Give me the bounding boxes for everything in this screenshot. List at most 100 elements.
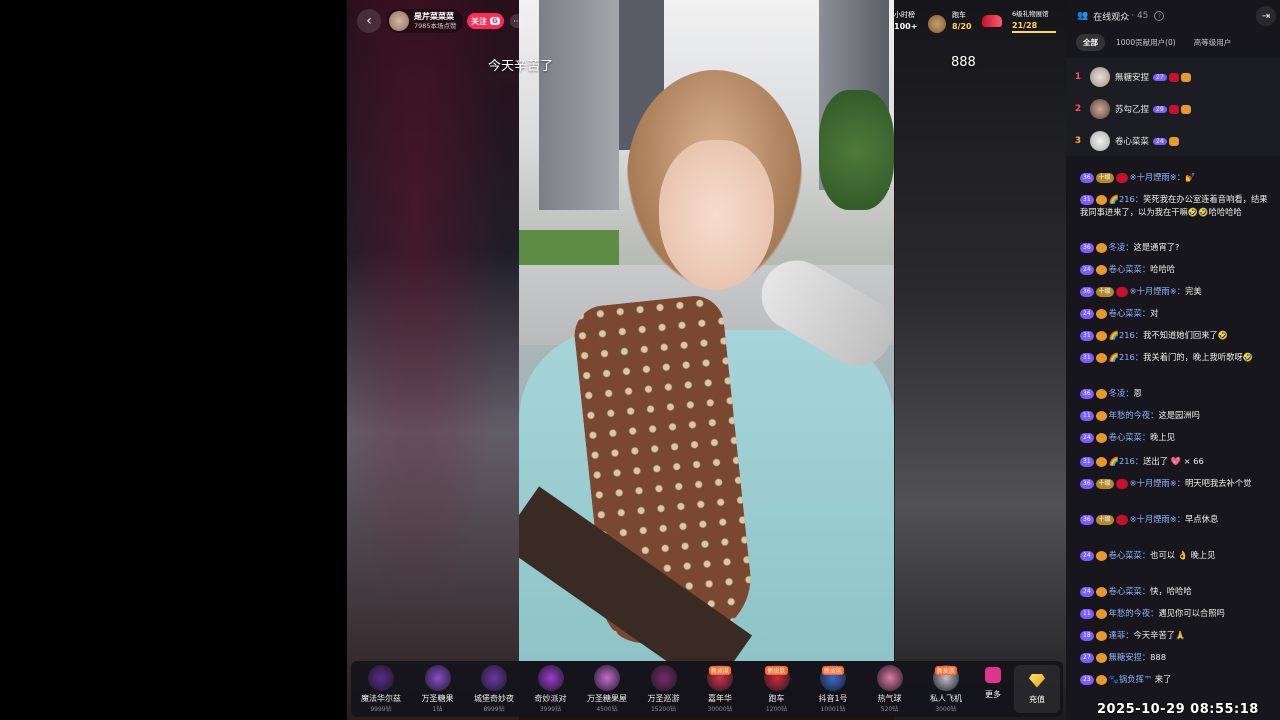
chat-username[interactable]: 🌈216： <box>1109 194 1143 204</box>
gift-item[interactable]: 万圣巡游 15200钻 <box>638 663 690 715</box>
chat-message[interactable]: 11 年愁的今夜：这是园洲吗 <box>1080 409 1268 422</box>
level-badge: 36 <box>1080 242 1094 253</box>
fan-badge-icon <box>1095 352 1107 363</box>
gift-item[interactable]: 城堡奇妙夜 8999钻 <box>468 663 520 715</box>
chat-message[interactable]: 18 達菲：今天辛苦了🙏 <box>1080 629 1268 642</box>
hour-rank[interactable]: 小时榜 100+ <box>894 11 917 32</box>
gift-price: 520钻 <box>880 706 899 713</box>
level-badge: 23 <box>1080 674 1094 685</box>
gift-item[interactable]: 万圣糖果 1钻 <box>412 663 464 715</box>
chat-message[interactable]: 31 🌈216：我关着门的，晚上我听歌呀🤣 <box>1080 351 1268 364</box>
new-skin-tag: 新皮肤 <box>765 666 788 675</box>
chat-username[interactable]: 卷心菜菜： <box>1109 308 1151 318</box>
chat-username[interactable]: ※十月煙雨※： <box>1130 286 1185 296</box>
chat-text: 今天辛苦了🙏 <box>1133 630 1186 640</box>
chat-message[interactable]: 24 卷心菜菜：晚上见 <box>1080 431 1268 444</box>
chat-message[interactable]: 24 卷心菜菜：哈哈哈 <box>1080 263 1268 276</box>
chat-message[interactable]: 36 十级 ※十月煙雨※：💅 <box>1080 171 1268 184</box>
chat-message[interactable]: 24 卷心菜菜：快，哈哈哈 <box>1080 585 1268 598</box>
avatar <box>1090 99 1110 119</box>
chat-username[interactable]: 🌈216： <box>1109 352 1143 362</box>
chat-username[interactable]: 卷心菜菜： <box>1109 550 1151 560</box>
gift-item[interactable]: 万圣糖果屋 4500钻 <box>581 663 633 715</box>
chat-username[interactable]: 冬凌： <box>1109 242 1134 252</box>
chat-text: 888 <box>1150 652 1166 662</box>
gift-item[interactable]: 新皮肤 抖音1号 10001钻 <box>807 663 859 715</box>
chat-username[interactable]: 年愁的今夜： <box>1109 410 1159 420</box>
gift-item[interactable]: 新皮肤 私人飞机 3000钻 <box>920 663 972 715</box>
chat-message[interactable]: 36 十级 ※十月煙雨※：早点休息 <box>1080 513 1268 526</box>
chat-message[interactable]: 24 卷心菜菜：对 <box>1080 307 1268 320</box>
chat-message[interactable]: 36 冬凌：恩 <box>1080 387 1268 400</box>
gift-name: 抖音1号 <box>818 694 848 703</box>
chat-message[interactable]: 11 年愁的今夜：遇见你可以合照吗 <box>1080 607 1268 620</box>
gift-hall-stat[interactable]: 6级礼物展馆 21/28 <box>1012 10 1049 32</box>
recharge-button[interactable]: 充值 <box>1014 665 1060 713</box>
level-badge: 24 <box>1153 137 1167 145</box>
gift-item[interactable]: 新皮肤 跑车 1200钻 <box>751 663 803 715</box>
gift-name: 跑车 <box>768 694 785 703</box>
chat-username[interactable]: 🐾锅负挥™ <box>1109 674 1155 684</box>
live-video[interactable] <box>519 0 894 661</box>
more-gifts-button[interactable]: 更多 <box>976 667 1010 711</box>
gift-item[interactable]: 奇妙派对 3999钻 <box>525 663 577 715</box>
gift-item[interactable]: 新皮肤 嘉年华 30000钻 <box>694 663 746 715</box>
sports-car-icon[interactable] <box>982 15 1002 27</box>
tab-contributors[interactable]: 1000贡献用户(0) <box>1109 34 1183 51</box>
fan-badge-icon <box>1168 136 1179 146</box>
gift-icon <box>368 665 394 691</box>
car-stat[interactable]: 跑车 8/20 <box>952 11 972 32</box>
chat-username[interactable]: 冬凌： <box>1109 388 1134 398</box>
vip-badge-icon <box>1115 514 1128 525</box>
chat-username[interactable]: 🌈216： <box>1109 456 1143 466</box>
gift-name: 城堡奇妙夜 <box>474 694 514 703</box>
info-icon[interactable]: ? <box>1154 11 1165 21</box>
chat-message[interactable]: 23 🐾锅负挥™ 来了 <box>1080 673 1268 686</box>
rank-row[interactable]: 2 苏勾乙捏 29 <box>1066 93 1280 125</box>
gift-badge-icon[interactable] <box>928 15 946 33</box>
chat-username[interactable]: ※十月煙雨※： <box>1130 514 1185 524</box>
fan-badge-icon <box>1095 630 1107 641</box>
chat-message[interactable]: 36 十级 ※十月煙雨※：明天吧我去补个觉 <box>1080 477 1268 490</box>
tab-high-level[interactable]: 高等级用户 <box>1187 34 1239 51</box>
chat-text: 遇见你可以合照吗 <box>1158 608 1225 618</box>
vip-badge-icon <box>1115 478 1128 489</box>
chat-username[interactable]: ※十月煙雨※： <box>1130 478 1185 488</box>
gift-item[interactable]: 热气球 520钻 <box>864 663 916 715</box>
audience-panel: 👥 在线观众 · 45 ? ⇥ 全部 1000贡献用户(0) 高等级用户 1 無… <box>1066 0 1280 720</box>
floating-comment: 888 <box>951 55 976 70</box>
anchor-info[interactable]: 是芹菜菜菜 7985本场点赞 <box>387 9 463 33</box>
follow-button[interactable]: 关注 G <box>467 13 504 29</box>
rank-row[interactable]: 1 無糖安捏 27 <box>1066 61 1280 93</box>
fan-badge-icon <box>1095 388 1107 399</box>
chat-username[interactable]: 無糖安捏： <box>1109 652 1151 662</box>
chat-username[interactable]: 卷心菜菜： <box>1109 432 1151 442</box>
fan-badge-icon <box>1095 308 1107 319</box>
gift-name: 嘉年华 <box>708 694 732 703</box>
tab-all[interactable]: 全部 <box>1076 34 1105 51</box>
chat-text: 💅 <box>1185 172 1196 182</box>
chat-message[interactable]: 31 🌈216：笑死我在办公室连着音响看，结果我同事进来了，以为我在干嘛🤣🤣哈哈哈… <box>1080 193 1268 219</box>
chat-username[interactable]: 年愁的今夜： <box>1109 608 1159 618</box>
chat-username[interactable]: 達菲： <box>1109 630 1134 640</box>
gift-icon <box>650 665 677 691</box>
chat-message[interactable]: 24 卷心菜菜：也可以 👌 晚上见 <box>1080 549 1268 562</box>
more-options-button[interactable]: ··· <box>510 14 524 28</box>
floating-comment: 今天辛苦了 <box>488 59 554 74</box>
chat-username[interactable]: ※十月煙雨※： <box>1130 172 1185 182</box>
chat-message[interactable]: 27 無糖安捏：888 <box>1080 651 1268 664</box>
chat-message[interactable]: 36 冬凌：这是通宵了? <box>1080 241 1268 254</box>
back-button[interactable]: ‹ <box>357 9 381 33</box>
chat-message[interactable]: 31 🌈216：送出了 💖 × 66 <box>1080 455 1268 468</box>
chat-text: 对 <box>1150 308 1159 318</box>
chat-message[interactable]: 36 十级 ※十月煙雨※：完美 <box>1080 285 1268 298</box>
gift-hall-progress <box>1012 31 1056 33</box>
chat-username[interactable]: 🌈216： <box>1109 330 1143 340</box>
exit-icon[interactable]: ⇥ <box>1256 6 1276 26</box>
gift-item[interactable]: 魔法华尔兹 9999钻 <box>355 663 407 715</box>
chat-username[interactable]: 卷心菜菜： <box>1109 586 1151 596</box>
chat-username[interactable]: 卷心菜菜： <box>1109 264 1151 274</box>
chat-message[interactable]: 31 🌈216：我不知道她们回来了🤣 <box>1080 329 1268 342</box>
rank-row[interactable]: 3 卷心菜菜 24 <box>1066 125 1280 157</box>
fan-badge-icon <box>1095 674 1107 685</box>
